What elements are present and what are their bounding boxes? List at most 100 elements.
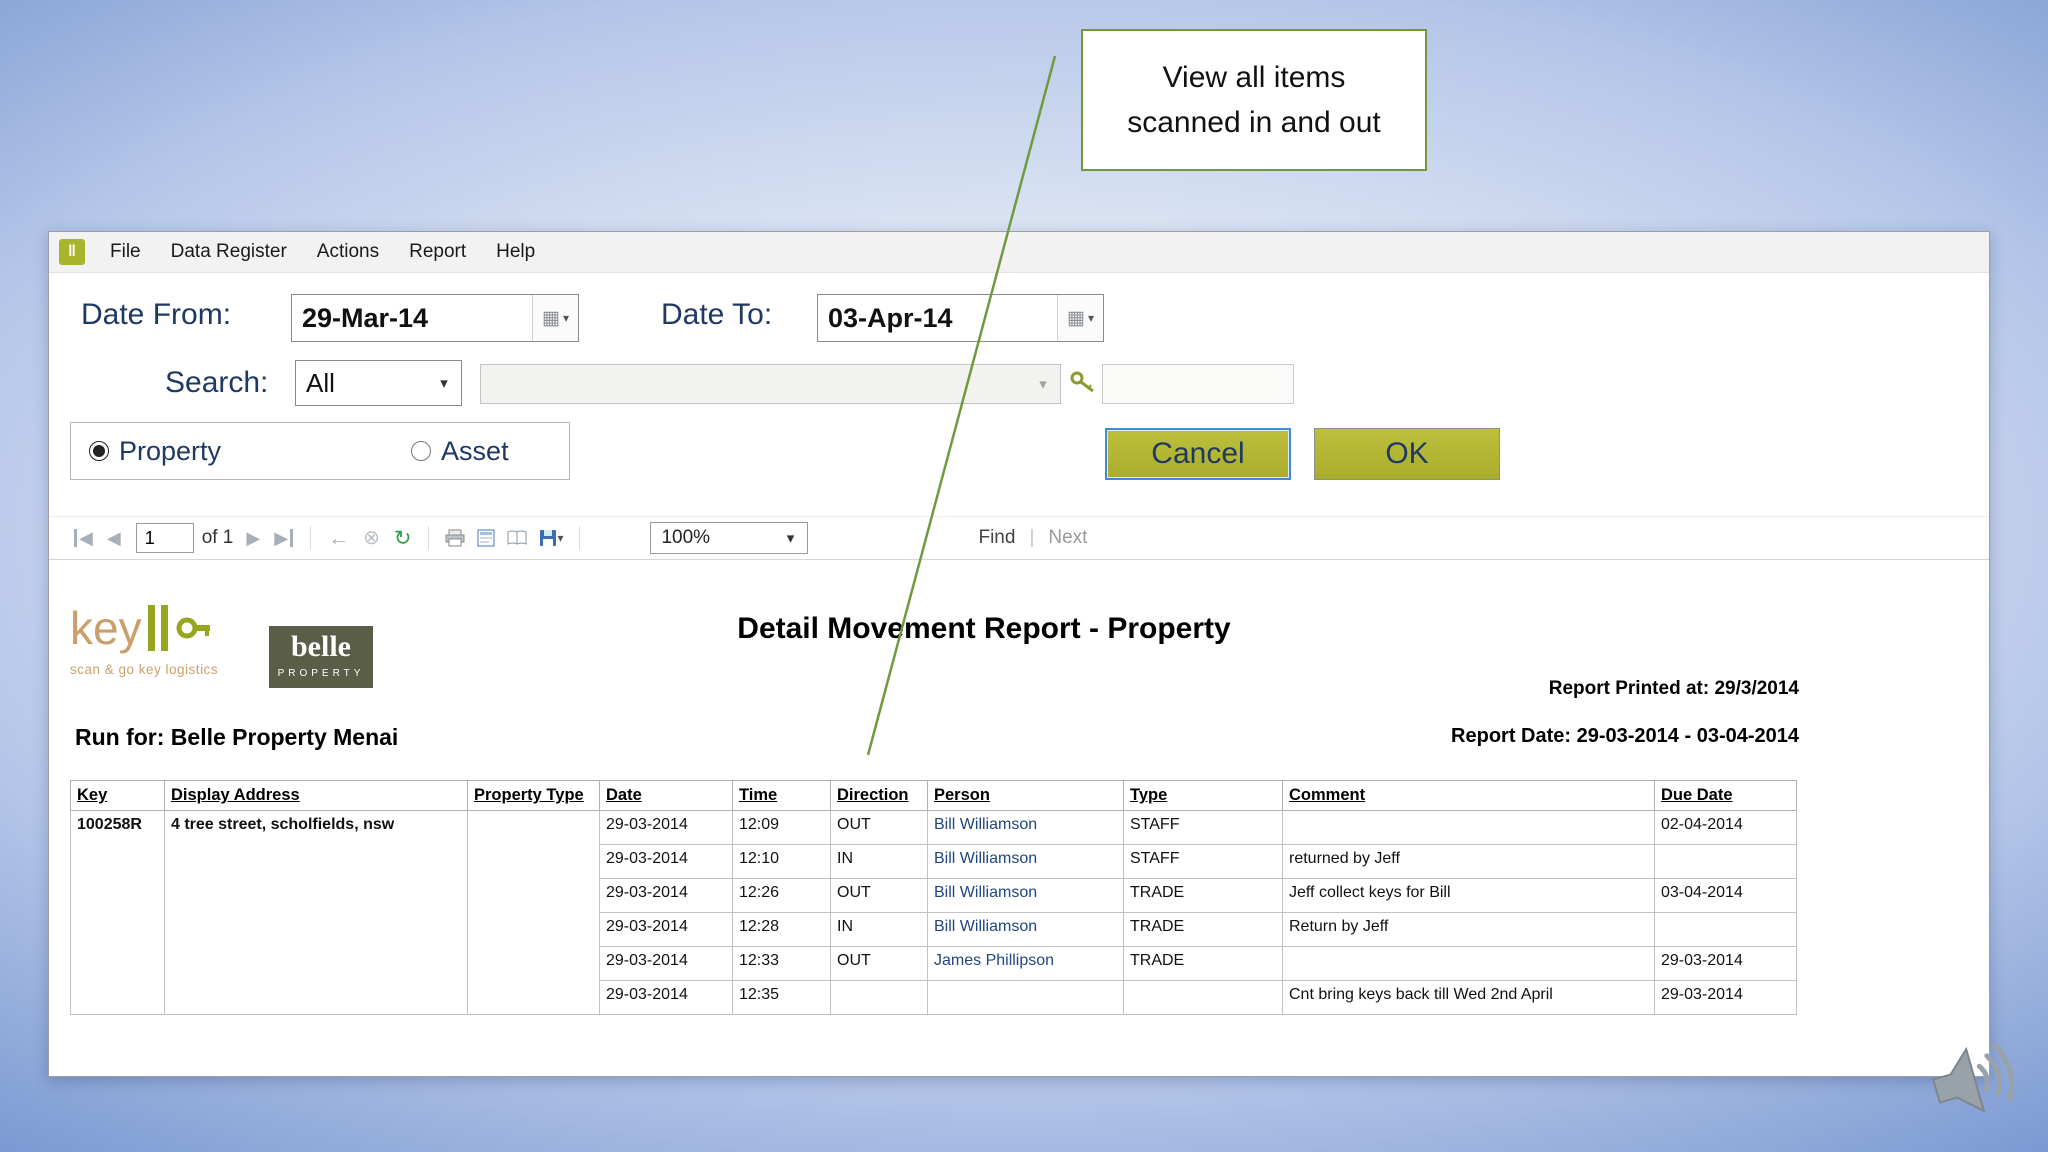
table-header-row: Key Display Address Property Type Date Time D… [70,780,1797,811]
callout-text-line1: View all items [1162,61,1346,94]
last-page-button[interactable]: ▶ [274,529,294,547]
page-number-input[interactable] [135,523,194,553]
app-window: ‖ File Data Register Actions Report Help… [48,231,1990,1077]
table-cell: TRADE [1123,946,1283,981]
asset-radio-label: Asset [441,435,509,466]
calendar-icon: ▦ [1067,307,1085,329]
table-cell: Cnt bring keys back till Wed 2nd April [1282,980,1655,1015]
scope-groupbox: Property Asset [70,422,570,480]
report-toolbar: ◀ ◀ of 1 ▶ ▶ ← ⊗ ↻ [49,516,1989,560]
column-header: Type [1123,780,1283,811]
chevron-down-icon: ▾ [786,530,795,547]
export-button[interactable]: ▾ [539,529,563,547]
table-cell [830,980,928,1015]
table-cell [1123,980,1283,1015]
table-cell: Jeff collect keys for Bill [1282,878,1655,913]
page-count-label: of 1 [201,527,234,548]
table-cell: OUT [830,946,928,981]
table-cell: 12:28 [732,912,831,947]
find-next-separator: | [1029,527,1035,548]
stop-button[interactable]: ⊗ [363,528,380,548]
column-header: Time [732,780,831,811]
ok-button[interactable]: OK [1314,428,1500,480]
table-cell: STAFF [1123,844,1283,879]
menu-report[interactable]: Report [394,241,481,263]
toolbar-separator [310,526,312,550]
date-to-input[interactable]: 03-Apr-14 ▦ ▾ [817,294,1104,342]
table-cell: 12:10 [732,844,831,879]
property-radio-label: Property [119,435,222,466]
date-from-input[interactable]: 29-Mar-14 ▦ ▾ [291,294,579,342]
toolbar-separator [579,526,581,550]
search-secondary-value [481,365,1026,403]
menu-actions[interactable]: Actions [302,241,394,263]
first-page-button[interactable]: ◀ [74,529,93,547]
table-cell: 12:35 [732,980,831,1015]
table-cell: James Phillipson [927,946,1124,981]
table-cell [927,980,1124,1015]
menu-help[interactable]: Help [481,241,550,263]
callout-text-line2: scanned in and out [1127,106,1381,139]
column-header: Key [70,780,165,811]
zoom-value: 100% [661,527,711,548]
table-cell: 29-03-2014 [1654,980,1797,1015]
toolbar-separator [428,526,430,550]
property-radio-item[interactable]: Property [89,436,221,467]
search-type-select[interactable]: All ▾ [295,360,462,406]
table-cell: TRADE [1123,912,1283,947]
menu-bar: ‖ File Data Register Actions Report Help [49,232,1989,273]
table-cell: 02-04-2014 [1654,810,1797,845]
table-cell: 12:33 [732,946,831,981]
page-setup-button[interactable] [507,530,527,546]
print-layout-button[interactable] [477,529,495,547]
report-title: Detail Movement Report - Property [737,612,1231,645]
report-table: Key Display Address Property Type Date Time D… [70,780,1797,1015]
refresh-button[interactable]: ↻ [394,528,412,549]
property-radio[interactable] [89,441,109,461]
table-cell [1654,912,1797,947]
find-next-group: Find | Next [978,527,1087,549]
chevron-down-icon: ▾ [562,311,569,325]
cancel-button[interactable]: Cancel [1105,428,1291,480]
key-search-icon[interactable] [1069,370,1097,399]
report-printed-at: Report Printed at: 29/3/2014 [1548,678,1799,699]
search-type-value: All [306,367,335,398]
search-secondary-select[interactable]: ▾ [480,364,1061,404]
menu-data-register[interactable]: Data Register [156,241,302,263]
back-button[interactable]: ← [328,528,349,549]
report-date-range: Report Date: 29-03-2014 - 03-04-2014 [1451,725,1799,747]
previous-page-button[interactable]: ◀ [107,529,121,547]
table-cell: 4 tree street, scholfields, nsw [164,810,468,1015]
print-button[interactable] [445,529,465,547]
table-cell: 29-03-2014 [599,980,733,1015]
date-to-value: 03-Apr-14 [828,302,953,333]
asset-radio[interactable] [411,441,432,461]
calendar-icon: ▦ [542,307,560,329]
date-to-picker-button[interactable]: ▦ ▾ [1057,295,1103,341]
column-header: Date [599,780,733,811]
callout: View all items scanned in and out [1081,29,1427,171]
table-cell: 03-04-2014 [1654,878,1797,913]
find-button[interactable]: Find [978,527,1015,549]
search-label: Search: [165,366,269,399]
column-header: Property Type [467,780,600,811]
find-next-button[interactable]: Next [1048,527,1087,549]
date-from-picker-button[interactable]: ▦ ▾ [532,295,578,341]
menu-file[interactable]: File [95,241,156,263]
table-cell: 29-03-2014 [1654,946,1797,981]
table-cell: Return by Jeff [1282,912,1655,947]
asset-radio-item[interactable]: Asset [411,436,509,467]
next-page-button[interactable]: ▶ [246,529,260,547]
column-header: Display Address [164,780,468,811]
table-cell [1654,844,1797,879]
table-cell: 29-03-2014 [599,912,733,947]
table-cell: OUT [830,878,928,913]
belle-logo-sub: PROPERTY [277,668,365,679]
table-cell: 100258R [70,810,165,1015]
table-cell: Bill Williamson [927,878,1124,913]
chevron-down-icon: ▾ [1087,311,1094,325]
table-cell: 29-03-2014 [599,946,733,981]
search-keyword-input[interactable] [1102,364,1294,404]
table-cell: STAFF [1123,810,1283,845]
zoom-select[interactable]: 100% ▾ [650,522,809,554]
